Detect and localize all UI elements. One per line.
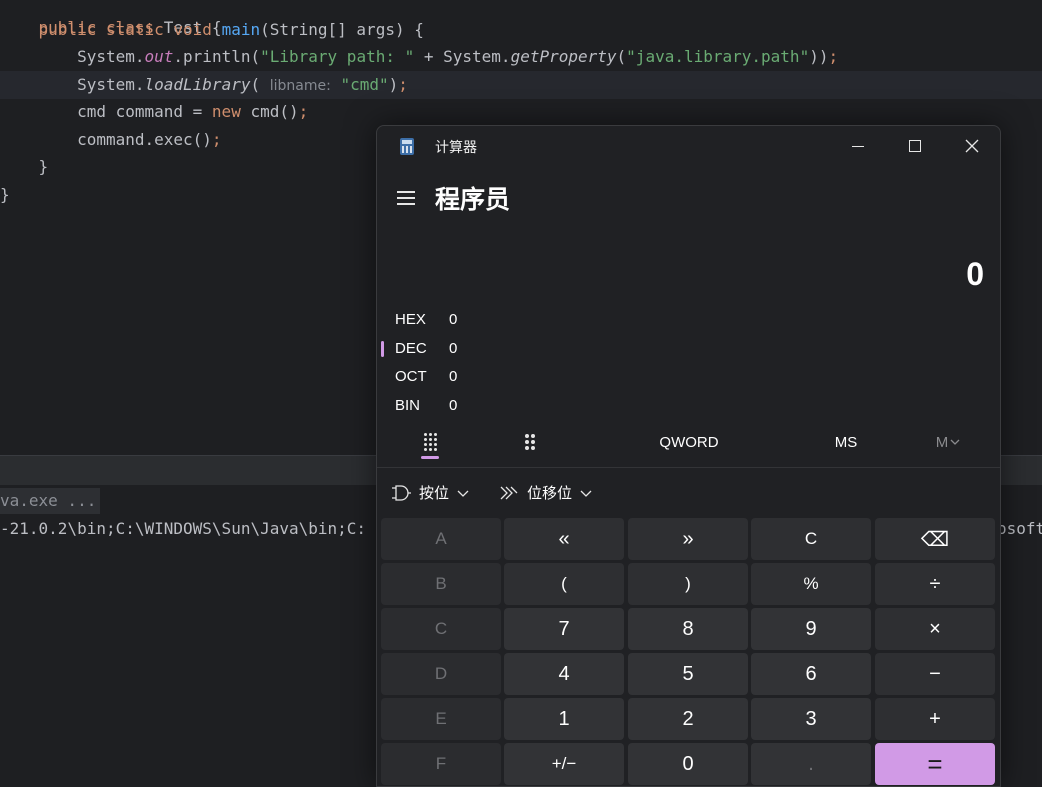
console-output-tail: osoft: [997, 519, 1042, 538]
key-8[interactable]: 8: [628, 608, 748, 650]
full-keypad-button[interactable]: [407, 424, 453, 460]
close-button[interactable]: [943, 126, 1000, 166]
console-output-line: -21.0.2\bin;C:\WINDOWS\Sun\Java\bin;C:: [0, 519, 367, 538]
key-hex-c: C: [381, 608, 501, 650]
chevron-down-icon: [950, 439, 960, 445]
bit-operations-bar: 按位 位移位: [377, 467, 1000, 518]
code-line-3: System.out.println("Library path: " + Sy…: [0, 47, 839, 66]
radix-bin-row[interactable]: BIN 0: [377, 392, 677, 420]
bitwise-label: 按位: [419, 485, 450, 502]
key-close-paren[interactable]: ): [628, 563, 748, 605]
full-keypad-icon: [423, 433, 437, 451]
result-display: 0: [966, 256, 984, 292]
key-decimal: .: [751, 743, 871, 785]
radix-hex-row[interactable]: HEX 0: [377, 306, 677, 334]
radix-label: HEX: [395, 311, 426, 328]
key-subtract[interactable]: −: [875, 653, 995, 695]
key-backspace[interactable]: ⌫: [875, 518, 995, 560]
chevron-down-icon: [457, 490, 469, 497]
calculator-app-icon: [400, 138, 414, 155]
key-hex-b: B: [381, 563, 501, 605]
key-4[interactable]: 4: [504, 653, 624, 695]
key-modulo[interactable]: %: [751, 563, 871, 605]
radix-value: 0: [449, 311, 458, 328]
maximize-button[interactable]: [886, 126, 943, 166]
console-command-line: va.exe ...: [0, 488, 101, 514]
key-negate[interactable]: +/−: [504, 743, 624, 785]
radix-oct-row[interactable]: OCT 0: [377, 363, 677, 391]
key-open-paren[interactable]: (: [504, 563, 624, 605]
memory-dropdown-label: M: [935, 433, 949, 451]
key-3[interactable]: 3: [751, 698, 871, 740]
logic-gate-icon: [392, 484, 411, 501]
bitshift-label: 位移位: [527, 485, 573, 502]
code-line-8: }: [0, 185, 10, 204]
minimize-button[interactable]: [829, 126, 886, 166]
key-hex-e: E: [381, 698, 501, 740]
key-shift-left[interactable]: «: [504, 518, 624, 560]
key-hex-a: A: [381, 518, 501, 560]
programmer-toolbar: QWORD MS M: [377, 424, 1000, 466]
code-line-6: command.exec();: [0, 130, 222, 149]
code-line-2: public static void main(String[] args) {: [38, 20, 424, 39]
key-7[interactable]: 7: [504, 608, 624, 650]
close-icon: [965, 139, 978, 153]
navigation-menu-button[interactable]: [395, 187, 417, 207]
key-equals[interactable]: =: [875, 743, 995, 785]
radix-value: 0: [449, 397, 458, 414]
mode-title: 程序员: [435, 186, 511, 214]
active-keypad-indicator: [421, 456, 439, 459]
key-hex-d: D: [381, 653, 501, 695]
code-line-7: }: [0, 157, 49, 176]
radix-dec-row[interactable]: DEC 0: [377, 335, 677, 363]
radix-value: 0: [449, 340, 458, 357]
key-hex-f: F: [381, 743, 501, 785]
radix-label: BIN: [395, 397, 421, 414]
selected-radix-indicator: [381, 341, 384, 357]
key-1[interactable]: 1: [504, 698, 624, 740]
memory-store-button[interactable]: MS: [823, 424, 869, 460]
key-6[interactable]: 6: [751, 653, 871, 695]
word-size-button[interactable]: QWORD: [647, 424, 731, 460]
code-line-5: cmd command = new cmd();: [0, 102, 309, 121]
key-add[interactable]: +: [875, 698, 995, 740]
param-hint: libname:: [269, 78, 331, 94]
key-divide[interactable]: ÷: [875, 563, 995, 605]
minimize-icon: [851, 145, 864, 147]
key-9[interactable]: 9: [751, 608, 871, 650]
window-title: 计算器: [435, 139, 477, 155]
key-multiply[interactable]: ×: [875, 608, 995, 650]
memory-dropdown-button[interactable]: M: [925, 424, 971, 460]
bit-keypad-icon: [525, 434, 535, 450]
radix-label: OCT: [395, 368, 427, 385]
key-2[interactable]: 2: [628, 698, 748, 740]
radix-value: 0: [449, 368, 458, 385]
bitshift-dropdown[interactable]: 位移位: [499, 482, 592, 503]
key-shift-right[interactable]: »: [628, 518, 748, 560]
code-line-1: public class Test {: [38, 18, 222, 37]
maximize-icon: [908, 140, 921, 152]
title-bar[interactable]: 计算器: [377, 126, 1000, 166]
key-0[interactable]: 0: [628, 743, 748, 785]
bit-shift-icon: [500, 486, 518, 499]
radix-label: DEC: [395, 340, 427, 357]
key-clear[interactable]: C: [751, 518, 871, 560]
bit-toggle-keypad-button[interactable]: [507, 424, 553, 460]
bitwise-dropdown[interactable]: 按位: [391, 482, 469, 503]
calculator-window[interactable]: 计算器 程序员 0 HEX 0 DEC 0 OCT 0 BIN 0 QWORD …: [376, 125, 1001, 787]
chevron-down-icon: [580, 490, 592, 497]
key-5[interactable]: 5: [628, 653, 748, 695]
code-line-4-current: System.loadLibrary( libname: "cmd");: [0, 71, 1042, 99]
